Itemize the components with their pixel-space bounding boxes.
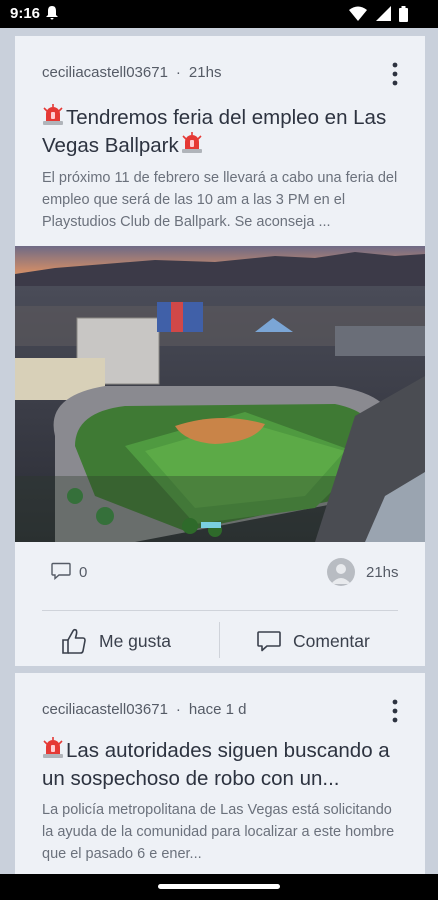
more-vertical-icon <box>392 699 398 723</box>
post-title[interactable]: Las autoridades siguen buscando a un sos… <box>42 737 407 793</box>
divider <box>219 622 220 658</box>
post-card[interactable]: ceciliacastell03671 · hace 1 d Las autorid… <box>15 673 425 874</box>
wifi-icon <box>349 6 368 21</box>
last-activity-time: 21hs <box>366 564 399 581</box>
comment-icon <box>257 631 281 652</box>
post-meta: ceciliacastell03671 · 21hs <box>42 64 221 81</box>
signal-icon <box>375 6 391 21</box>
post-image[interactable] <box>15 246 425 542</box>
post-title-text: Tendremos feria del empleo en Las Vegas … <box>42 106 387 157</box>
comment-label: Comentar <box>293 630 370 651</box>
comment-button[interactable]: Comentar <box>257 616 370 666</box>
post-author[interactable]: ceciliacastell03671 <box>42 64 168 81</box>
post-stats: 0 21hs <box>15 542 425 604</box>
meta-separator: · <box>175 64 181 81</box>
thumbs-up-icon <box>62 628 86 654</box>
post-actions: Me gusta Comentar <box>15 616 425 666</box>
feed[interactable]: ceciliacastell03671 · 21hs Tendremos feria… <box>0 28 438 874</box>
status-bar: 9:16 <box>0 0 438 28</box>
more-options-button[interactable] <box>383 60 407 88</box>
post-meta: ceciliacastell03671 · hace 1 d <box>42 701 246 718</box>
more-options-button[interactable] <box>383 697 407 725</box>
post-excerpt[interactable]: El próximo 11 de febrero se llevará a ca… <box>42 167 407 233</box>
siren-icon <box>181 132 202 153</box>
status-time: 9:16 <box>10 5 41 22</box>
post-card[interactable]: ceciliacastell03671 · 21hs Tendremos feria… <box>15 36 425 666</box>
post-title-text: Las autoridades siguen buscando a un sos… <box>42 739 390 790</box>
home-gesture-handle[interactable] <box>158 884 280 889</box>
like-button[interactable]: Me gusta <box>61 616 171 666</box>
post-time: hace 1 d <box>188 701 247 718</box>
siren-icon <box>43 104 63 125</box>
comment-icon <box>51 562 71 580</box>
post-time: 21hs <box>188 64 222 81</box>
comment-count: 0 <box>79 564 88 581</box>
battery-icon <box>399 6 408 22</box>
navigation-bar <box>0 874 438 900</box>
post-author[interactable]: ceciliacastell03671 <box>42 701 168 718</box>
meta-separator: · <box>175 701 181 718</box>
siren-icon <box>43 737 63 758</box>
notification-bell-icon <box>46 6 58 26</box>
like-label: Me gusta <box>99 630 171 651</box>
more-vertical-icon <box>392 62 398 86</box>
divider <box>42 610 398 611</box>
avatar[interactable] <box>327 558 355 586</box>
post-excerpt[interactable]: La policía metropolitana de Las Vegas es… <box>42 799 407 874</box>
post-title[interactable]: Tendremos feria del empleo en Las Vegas … <box>42 104 407 160</box>
